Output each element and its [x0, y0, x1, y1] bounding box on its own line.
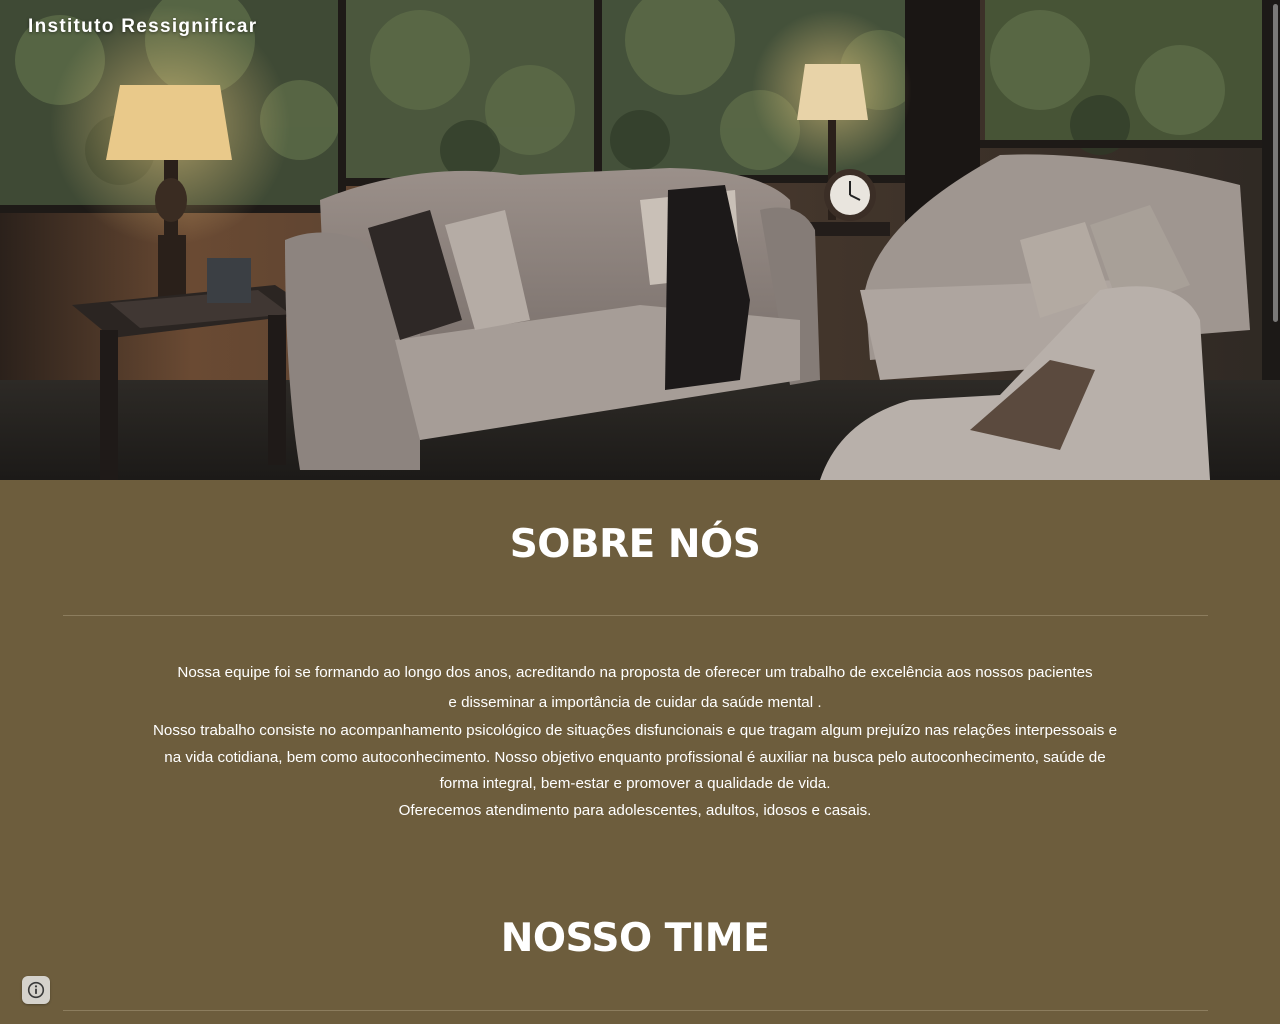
about-divider — [63, 615, 1208, 616]
about-line-1: Nossa equipe foi se formando ao longo do… — [177, 664, 1093, 681]
info-icon — [27, 981, 45, 999]
page: Instituto Ressignificar SOBRE NÓS Nossa … — [0, 0, 1280, 1024]
site-title[interactable]: Instituto Ressignificar — [28, 16, 257, 38]
content-section: SOBRE NÓS Nossa equipe foi se formando a… — [0, 480, 1280, 1024]
about-paragraph-intro: Nossa equipe foi se formando ao longo do… — [150, 658, 1120, 718]
team-divider — [63, 1010, 1208, 1011]
about-line-2: e disseminar a importância de cuidar da … — [448, 694, 822, 711]
team-heading: NOSSO TIME — [500, 916, 770, 961]
hero-image — [0, 0, 1280, 480]
page-scrollbar[interactable] — [1271, 0, 1280, 1024]
hero-banner: Instituto Ressignificar — [0, 0, 1280, 480]
about-paragraph-services: Oferecemos atendimento para adolescentes… — [398, 802, 872, 819]
scrollbar-thumb[interactable] — [1273, 4, 1278, 322]
about-heading: SOBRE NÓS — [509, 522, 761, 567]
info-button[interactable] — [22, 976, 50, 1004]
about-paragraph-work: Nosso trabalho consiste no acompanhament… — [152, 722, 1118, 792]
